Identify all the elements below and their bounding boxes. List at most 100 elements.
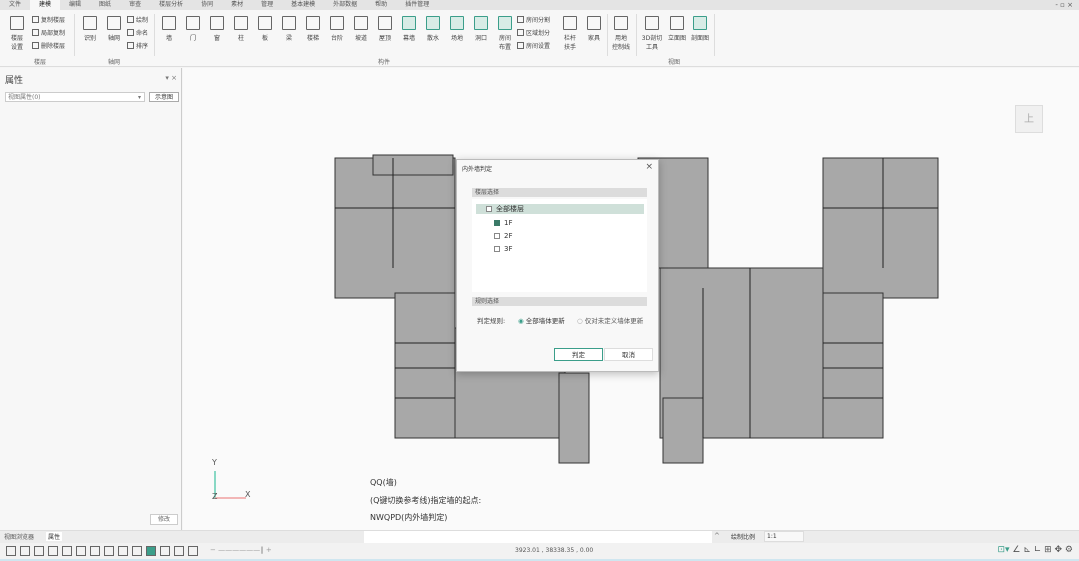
menu-tab[interactable]: 基本建模 [282, 0, 324, 10]
menu-tab[interactable]: 帮助 [366, 0, 396, 10]
status-row: 视图浏览器 属性 ^ 绘制比例 1:1 [0, 530, 1079, 543]
menu-tab[interactable]: 素材 [222, 0, 252, 10]
view-tool-icon[interactable] [146, 546, 156, 556]
component-button[interactable]: 坡道 [350, 16, 372, 42]
section-button[interactable]: 剖面图 [689, 16, 711, 42]
view-properties-dropdown[interactable]: 视图属性(0) ▾ [5, 92, 145, 102]
elevation-button[interactable]: 立面图 [666, 16, 688, 42]
view-tool-icon[interactable] [20, 546, 30, 556]
component-button[interactable]: 板 [254, 16, 276, 42]
furniture-icon [587, 16, 601, 30]
judge-button[interactable]: 判定 [554, 348, 603, 361]
menu-tab[interactable]: 编辑 [60, 0, 90, 10]
checkbox[interactable] [494, 220, 500, 226]
rule-label: 判定规则: [477, 317, 506, 325]
recognize-button[interactable]: 识别 [79, 16, 101, 42]
component-button[interactable]: 梁 [278, 16, 300, 42]
component-icon [306, 16, 320, 30]
land-control-button[interactable]: 用地 控制线 [610, 16, 632, 51]
view-tool-icon[interactable] [188, 546, 198, 556]
tab-properties[interactable]: 属性 [46, 532, 63, 541]
3d-section-tool-button[interactable]: 3D剖切 工具 [640, 16, 664, 51]
view-tool-icon[interactable] [34, 546, 44, 556]
component-icon [426, 16, 440, 30]
menu-tab[interactable]: 协同 [192, 0, 222, 10]
component-icon [186, 16, 200, 30]
menu-tab[interactable]: 外部数据 [324, 0, 366, 10]
rule-undefined-radio[interactable]: ○ 仅对未定义墙体更新 [577, 315, 643, 325]
menu-tab[interactable]: 图纸 [90, 0, 120, 10]
component-button[interactable]: 散水 [422, 16, 444, 42]
land-control-icon [614, 16, 628, 30]
view-tool-icon[interactable] [104, 546, 114, 556]
scale-select[interactable]: 1:1 [764, 531, 804, 542]
component-button[interactable]: 幕墙 [398, 16, 420, 42]
command-input[interactable] [364, 531, 712, 543]
floor-tree: 全部楼层 1F 2F 3F [472, 199, 647, 292]
modify-button[interactable]: 修改 [150, 514, 178, 525]
view-tool-icon[interactable] [76, 546, 86, 556]
menu-tab[interactable]: 审查 [120, 0, 150, 10]
component-button[interactable]: 台阶 [326, 16, 348, 42]
floor-item[interactable]: 1F [494, 219, 512, 227]
view-tool-icon[interactable] [48, 546, 58, 556]
view-tool-icon[interactable] [132, 546, 142, 556]
component-button[interactable]: 洞口 [470, 16, 492, 42]
component-button[interactable]: 房间 布置 [494, 16, 516, 51]
component-button[interactable]: 柱 [230, 16, 252, 42]
axis-draw-button[interactable]: 绘制 [127, 15, 148, 24]
panel-pin-close[interactable]: ▾ × [165, 74, 177, 82]
all-floors-item[interactable]: 全部楼层 [476, 204, 644, 214]
expand-icon[interactable]: ^ [714, 532, 720, 540]
delete-floor-button[interactable]: 删除楼层 [32, 41, 65, 50]
component-button[interactable]: 屋顶 [374, 16, 396, 42]
room-settings-button[interactable]: 房间设置 [517, 41, 550, 50]
railing-button[interactable]: 栏杆 扶手 [559, 16, 581, 51]
menu-tab[interactable]: 建模 [30, 0, 61, 10]
menu-tab[interactable]: 插件管理 [396, 0, 438, 10]
view-tool-icon[interactable] [174, 546, 184, 556]
inner-outer-wall-dialog: 内外墙判定 × 楼层选择 全部楼层 1F 2F 3F 规则选择 判定规则: ◉ 全部… [456, 159, 659, 372]
cancel-button[interactable]: 取消 [604, 348, 653, 361]
menu-tab[interactable]: 楼层分析 [150, 0, 192, 10]
component-button[interactable]: 楼梯 [302, 16, 324, 42]
tab-view-browser[interactable]: 视图浏览器 [4, 532, 34, 541]
section-icon [693, 16, 707, 30]
zoom-slider[interactable]: − ——————‖ + [210, 546, 272, 554]
menu-tab[interactable]: 管理 [252, 0, 282, 10]
floor-settings-button[interactable]: 楼层 设置 [6, 16, 28, 51]
view-tool-icon[interactable] [118, 546, 128, 556]
copy-floor-button[interactable]: 复制楼层 [32, 15, 65, 24]
floor-item[interactable]: 2F [494, 232, 512, 240]
floor-item[interactable]: 3F [494, 245, 512, 253]
component-button[interactable]: 墙 [158, 16, 180, 42]
rule-all-radio[interactable]: ◉ 全部墙体更新 [518, 315, 565, 325]
menu-tabs: 文件 建模 编辑 图纸 审查 楼层分析 协同 素材 管理 基本建模 外部数据 帮助 插件管理 [0, 0, 1079, 10]
snap-tools[interactable]: ⊡▾ ∠ ⊾ ∟ ⊞ ✥ ⚙ [997, 545, 1073, 555]
view-tool-icon[interactable] [6, 546, 16, 556]
view-tool-icon[interactable] [160, 546, 170, 556]
partial-copy-button[interactable]: 局部复制 [32, 28, 65, 37]
component-button[interactable]: 窗 [206, 16, 228, 42]
checkbox[interactable] [494, 233, 500, 239]
component-icon [498, 16, 512, 30]
close-icon[interactable]: × [645, 162, 653, 172]
axis-order-button[interactable]: 排序 [127, 41, 148, 50]
component-icon [234, 16, 248, 30]
component-button[interactable]: 门 [182, 16, 204, 42]
view-tool-icon[interactable] [62, 546, 72, 556]
diagram-button[interactable]: 示意图 [149, 92, 179, 102]
railing-icon [563, 16, 577, 30]
checkbox-partial[interactable] [486, 206, 492, 212]
area-divide-button[interactable]: 区域划分 [517, 28, 550, 37]
view-tool-icon[interactable] [90, 546, 100, 556]
furniture-button[interactable]: 家具 [583, 16, 605, 42]
room-split-button[interactable]: 房间分割 [517, 15, 550, 24]
draw-icon [127, 16, 134, 23]
checkbox[interactable] [494, 246, 500, 252]
window-controls[interactable]: - ▫ × [1055, 0, 1073, 10]
axis-grid-button[interactable]: 轴网 [103, 16, 125, 42]
axis-name-button[interactable]: 命名 [127, 28, 148, 37]
menu-tab[interactable]: 文件 [0, 0, 30, 10]
component-button[interactable]: 场地 [446, 16, 468, 42]
